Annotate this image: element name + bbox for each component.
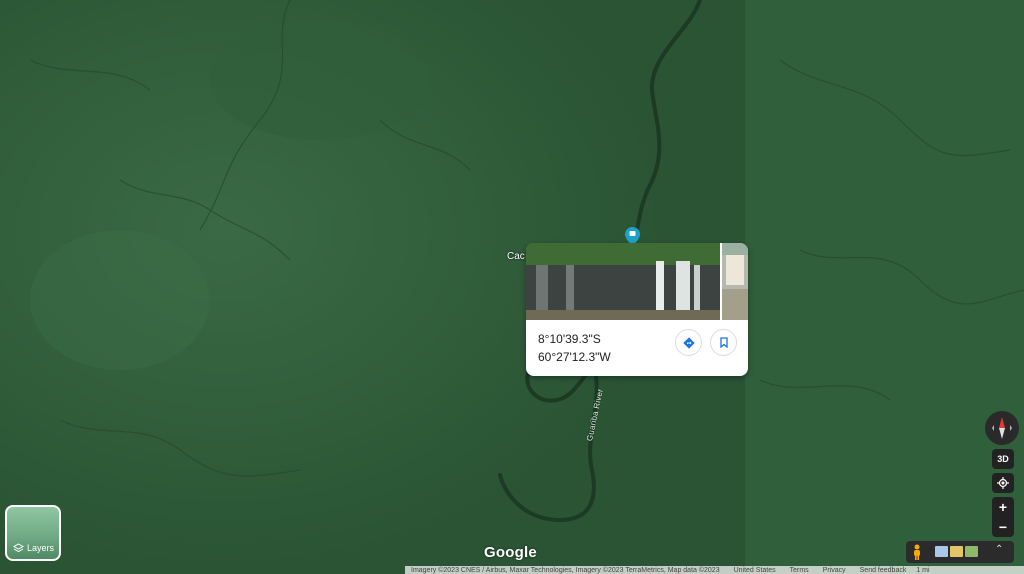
- zoom-out-button[interactable]: −: [992, 517, 1014, 537]
- 3d-toggle-button[interactable]: 3D: [992, 449, 1014, 469]
- feedback-link[interactable]: Send feedback: [860, 567, 907, 574]
- compass-icon: [992, 417, 1012, 439]
- save-button[interactable]: [710, 329, 737, 356]
- bottom-right-toolbar: ⌃: [906, 541, 1014, 563]
- my-location-icon: [997, 477, 1009, 489]
- zoom-controls: + −: [992, 497, 1014, 537]
- location-info-card[interactable]: 8°10'39.3"S 60°27'12.3"W: [526, 243, 748, 376]
- longitude-text: 60°27'12.3"W: [538, 350, 611, 364]
- latitude-text: 8°10'39.3"S: [538, 332, 601, 346]
- imagery-credit: Imagery ©2023 CNES / Airbus, Maxar Techn…: [411, 566, 720, 574]
- terrain-thumb[interactable]: [950, 546, 963, 557]
- my-location-button[interactable]: [992, 473, 1014, 493]
- terms-link[interactable]: Terms: [790, 567, 809, 574]
- pegman-button[interactable]: [906, 541, 928, 563]
- map-type-thumbnails[interactable]: [935, 546, 978, 557]
- expand-chevron-icon[interactable]: ⌃: [995, 544, 1003, 555]
- scale-label[interactable]: 1 mi: [916, 567, 929, 574]
- map-thumb[interactable]: [935, 546, 948, 557]
- attribution-bar: Imagery ©2023 CNES / Airbus, Maxar Techn…: [405, 566, 1024, 574]
- country-link[interactable]: United States: [734, 567, 776, 574]
- satellite-map[interactable]: [0, 0, 1024, 574]
- google-logo: Google: [484, 544, 537, 561]
- pegman-icon: [914, 544, 920, 560]
- privacy-link[interactable]: Privacy: [823, 567, 846, 574]
- coordinates[interactable]: 8°10'39.3"S 60°27'12.3"W: [538, 330, 611, 366]
- directions-diamond-icon: [682, 336, 695, 349]
- place-photos[interactable]: [526, 243, 748, 320]
- zoom-in-button[interactable]: +: [992, 497, 1014, 517]
- bookmark-icon: [719, 337, 728, 348]
- compass-button[interactable]: [985, 411, 1019, 445]
- layers-icon: [13, 543, 24, 553]
- place-label[interactable]: Cac: [507, 251, 525, 262]
- layers-label: Layers: [27, 543, 55, 553]
- satellite-thumb[interactable]: [965, 546, 978, 557]
- directions-button[interactable]: [675, 329, 702, 356]
- layers-button[interactable]: Layers: [5, 505, 61, 561]
